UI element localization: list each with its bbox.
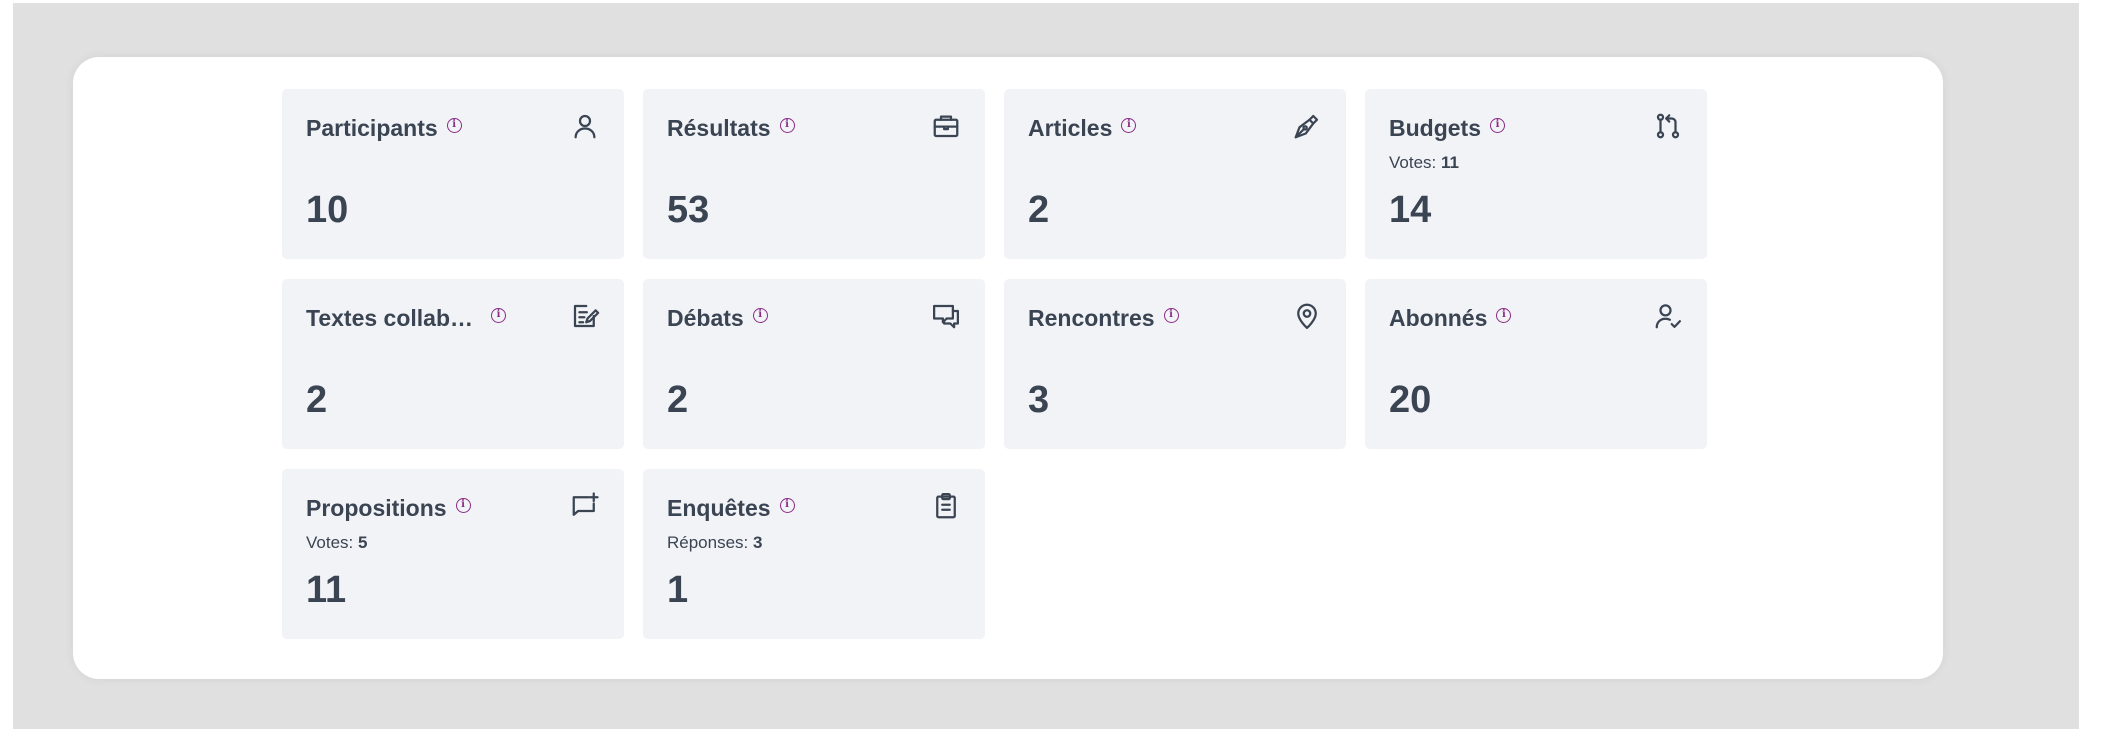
stat-card-propositions: Propositions i Votes: 5 11 xyxy=(282,469,624,639)
git-pull-request-icon xyxy=(1653,111,1683,141)
stat-value: 2 xyxy=(667,379,689,421)
stat-card-rencontres: Rencontres i 3 xyxy=(1004,279,1346,449)
stat-card-articles: Articles i 2 xyxy=(1004,89,1346,259)
stat-title: Débats xyxy=(667,304,744,331)
stat-card-debats: Débats i 2 xyxy=(643,279,985,449)
stat-value: 1 xyxy=(667,569,689,611)
pen-nib-icon xyxy=(1292,111,1322,141)
stat-title: Participants xyxy=(306,114,438,141)
info-icon[interactable]: i xyxy=(779,497,795,513)
stat-title: Propositions xyxy=(306,494,447,521)
stat-subtitle: Votes: 5 xyxy=(306,533,368,552)
stat-title: Articles xyxy=(1028,114,1113,141)
stat-title: Abonnés xyxy=(1389,304,1488,331)
stat-card-abonnes: Abonnés i 20 xyxy=(1365,279,1707,449)
stat-value: 2 xyxy=(1028,189,1050,231)
info-icon[interactable]: i xyxy=(779,117,795,133)
info-icon[interactable]: i xyxy=(1121,117,1137,133)
stat-value: 3 xyxy=(1028,379,1050,421)
chat-add-icon xyxy=(570,491,600,521)
stat-title: Budgets xyxy=(1389,114,1481,141)
info-icon[interactable]: i xyxy=(1163,307,1179,323)
stat-title: Résultats xyxy=(667,114,771,141)
stat-title: Textes collab… xyxy=(306,304,474,331)
user-icon xyxy=(570,111,600,141)
stat-value: 20 xyxy=(1389,379,1432,421)
chat-bubbles-icon xyxy=(931,301,961,331)
info-icon[interactable]: i xyxy=(1496,307,1512,323)
stat-value: 53 xyxy=(667,189,710,231)
stat-card-enquetes: Enquêtes i Réponses: 3 1 xyxy=(643,469,985,639)
user-check-icon xyxy=(1653,301,1683,331)
info-icon[interactable]: i xyxy=(752,307,768,323)
edit-document-icon xyxy=(570,301,600,331)
stat-value: 10 xyxy=(306,189,349,231)
clipboard-icon xyxy=(931,491,961,521)
stat-value: 14 xyxy=(1389,189,1432,231)
stat-subtitle: Réponses: 3 xyxy=(667,533,763,552)
info-icon[interactable]: i xyxy=(1490,117,1505,133)
stat-title: Rencontres xyxy=(1028,304,1155,331)
stat-card-resultats: Résultats i 53 xyxy=(643,89,985,259)
stat-value: 11 xyxy=(306,569,347,611)
statistics-grid: Participants i 10 Résultats i 53 Article… xyxy=(282,89,1707,639)
info-icon[interactable]: i xyxy=(446,117,462,133)
stat-title: Enquêtes xyxy=(667,494,771,521)
stat-card-textes-collaboratifs: Textes collab… i 2 xyxy=(282,279,624,449)
map-pin-icon xyxy=(1292,301,1322,331)
info-icon[interactable]: i xyxy=(491,307,507,323)
stat-subtitle: Votes: 11 xyxy=(1389,153,1459,172)
stat-card-participants: Participants i 10 xyxy=(282,89,624,259)
briefcase-icon xyxy=(931,111,961,141)
info-icon[interactable]: i xyxy=(455,497,471,513)
stat-value: 2 xyxy=(306,379,328,421)
stat-card-budgets: Budgets i Votes: 11 14 xyxy=(1365,89,1707,259)
